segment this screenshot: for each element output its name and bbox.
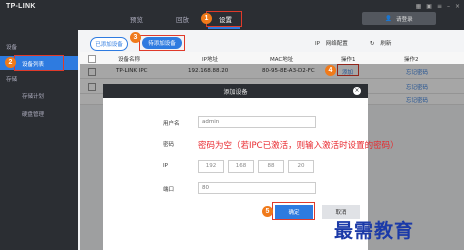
username-label: 用户名	[163, 121, 180, 127]
ok-button-highlight	[272, 202, 315, 220]
grid-icon[interactable]: ▦	[416, 3, 422, 10]
login-button[interactable]: 👤 请登录	[362, 12, 436, 25]
step-marker-5: 5	[262, 206, 273, 217]
ip-label: IP	[163, 163, 168, 169]
sidebar-item-storage-plan[interactable]: 存储计划	[0, 90, 78, 102]
add-device-highlight	[139, 35, 185, 51]
refresh-icon: ↻	[370, 41, 375, 47]
menu-icon[interactable]: ≡	[437, 3, 442, 10]
window-controls: ▦ ▣ ≡ – ×	[416, 3, 460, 10]
port-label: 端口	[163, 187, 175, 193]
step-marker-4: 4	[325, 65, 336, 76]
added-devices-button[interactable]: 已添加设备	[90, 37, 128, 51]
sidebar-item-disk-management[interactable]: 硬盘管理	[0, 108, 78, 120]
column-op2: 操作2	[404, 57, 419, 63]
column-op1: 操作1	[341, 57, 356, 63]
login-label: 请登录	[396, 16, 413, 23]
active-tab-indicator	[208, 27, 240, 29]
password-label: 密码	[163, 142, 175, 148]
ip-icon: IP	[315, 41, 320, 47]
column-device-name: 设备名称	[118, 57, 141, 63]
watermark: 最需教育	[334, 220, 415, 242]
ip-config-link[interactable]: IP 网络配置	[315, 39, 348, 47]
username-input[interactable]: admin	[198, 116, 316, 128]
sidebar-section-storage: 存储	[6, 77, 18, 83]
step-marker-2: 2	[5, 57, 16, 68]
password-note: 密码为空（若IPC已激活，则输入激活时设置的密码）	[198, 141, 399, 151]
dialog-close-icon[interactable]: ×	[353, 87, 361, 95]
user-icon: 👤	[385, 15, 393, 22]
column-mac: MAC地址	[270, 57, 294, 63]
screen-icon[interactable]: ▣	[426, 3, 432, 10]
ip-segment-3[interactable]: 88	[258, 160, 284, 173]
dialog-title: 添加设备	[103, 84, 368, 98]
refresh-button[interactable]: ↻ 刷新	[370, 39, 391, 47]
ip-segment-2[interactable]: 168	[228, 160, 254, 173]
close-icon[interactable]: ×	[455, 3, 460, 10]
column-ip: IP地址	[202, 57, 218, 63]
ip-segment-4[interactable]: 20	[288, 160, 314, 173]
step-marker-3: 3	[130, 32, 141, 43]
sidebar-section-device: 设备	[6, 45, 18, 51]
port-input[interactable]: 80	[198, 182, 316, 194]
minimize-icon[interactable]: –	[447, 3, 450, 10]
tab-preview[interactable]: 预览	[130, 14, 143, 24]
sidebar-highlight	[14, 55, 64, 71]
select-all-checkbox[interactable]	[88, 55, 96, 63]
tab-playback[interactable]: 回放	[176, 14, 189, 24]
step-marker-1: 1	[201, 13, 212, 24]
app-logo: TP-LINK	[6, 3, 36, 10]
ip-segment-1[interactable]: 192	[198, 160, 224, 173]
